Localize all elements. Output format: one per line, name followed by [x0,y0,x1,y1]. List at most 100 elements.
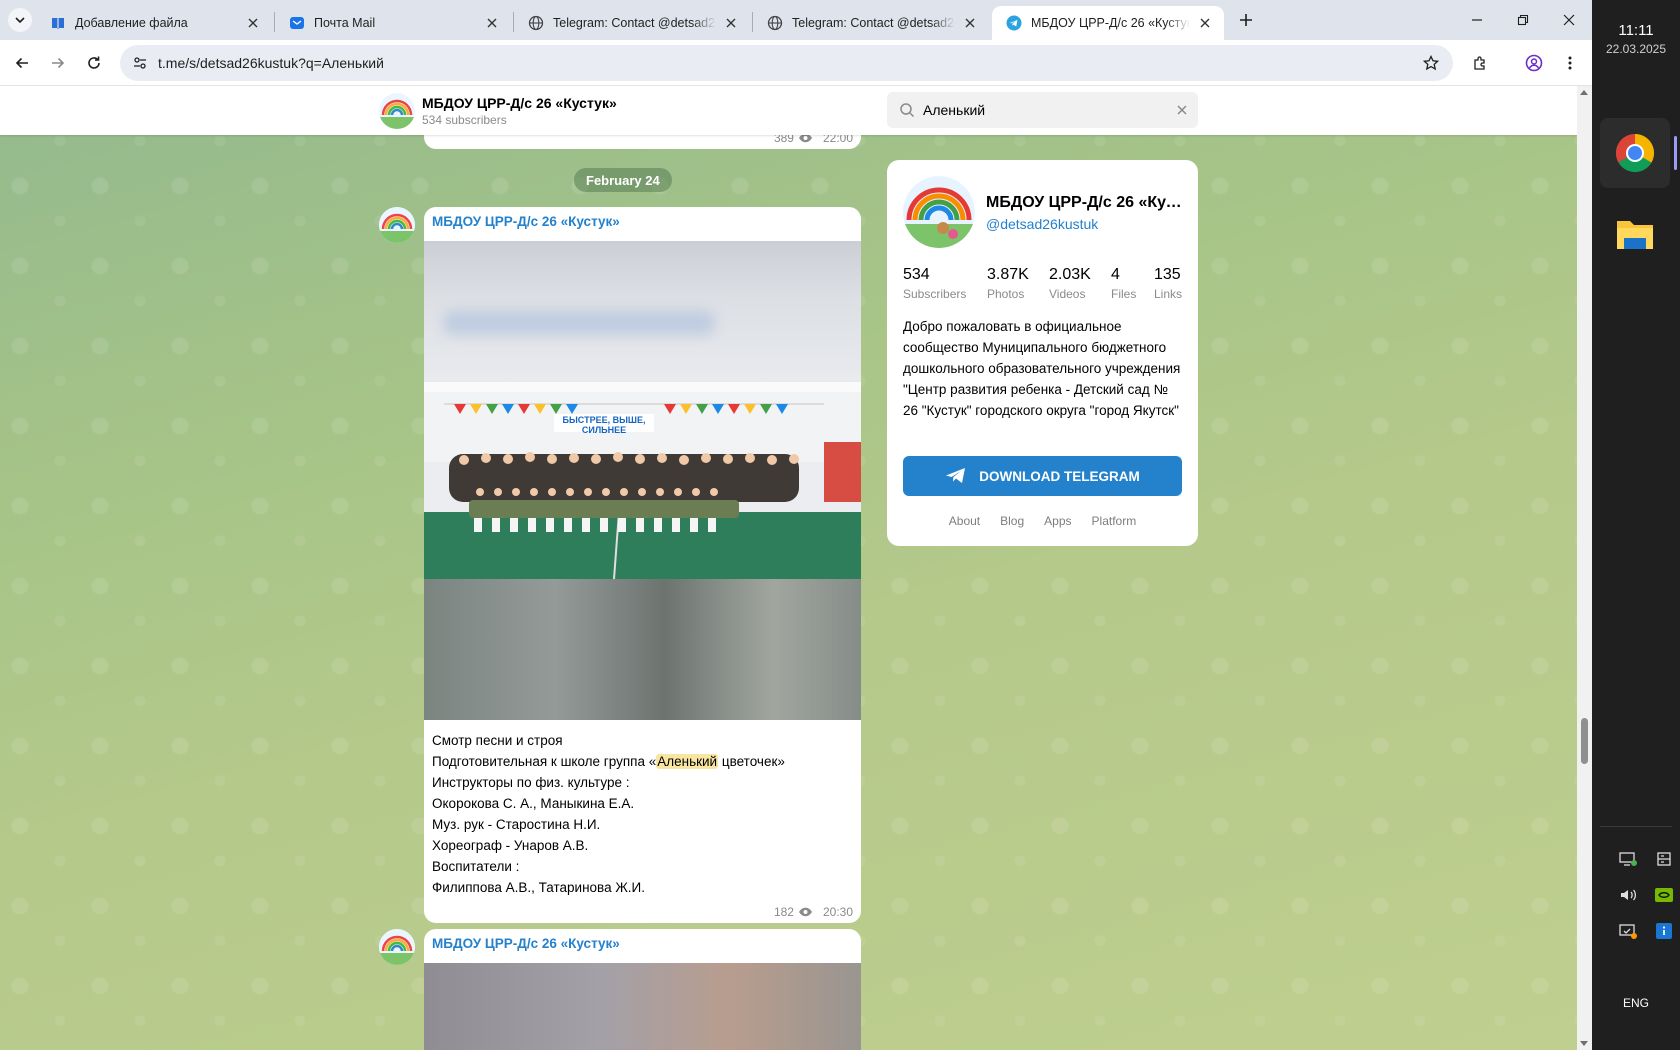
stat-links[interactable]: 135 Links [1154,266,1182,301]
forward-button[interactable] [42,47,74,79]
close-window-button[interactable] [1546,0,1592,40]
tab-5-active[interactable]: МБДОУ ЦРР-Д/с 26 «Кустук» – Telegram [992,6,1224,40]
close-icon[interactable] [1196,14,1214,32]
volume-icon[interactable] [1617,884,1639,906]
minimize-button[interactable] [1454,0,1500,40]
extensions-button[interactable] [1464,47,1496,79]
link-about[interactable]: About [949,514,980,528]
clock-date[interactable]: 22.03.2025 [1592,42,1680,56]
text-fragment: Подготовительная к школе группа « [432,754,657,769]
restore-button[interactable] [1500,0,1546,40]
info-icon[interactable] [1653,920,1675,942]
language-indicator[interactable]: ENG [1592,996,1680,1010]
page-scrollbar[interactable] [1577,86,1592,1050]
channel-description: Добро пожаловать в официальное сообществ… [903,319,1181,418]
back-button[interactable] [6,47,38,79]
search-input[interactable] [923,102,1163,118]
tab-4[interactable]: Telegram: Contact @detsad26kustuk [753,6,989,40]
stat-videos[interactable]: 2.03K Videos [1049,266,1091,301]
message-bubble-next: МБДОУ ЦРР-Д/с 26 «Кустук» [424,929,861,1050]
puzzle-icon [1474,56,1485,70]
photo-thumbnail[interactable] [424,963,861,1050]
security-icon[interactable] [1617,920,1639,942]
photo-group-event[interactable]: БЫСТРЕЕ, ВЫШЕ, СИЛЬНЕЕ [424,382,861,579]
stat-value: 135 [1154,266,1181,283]
close-icon[interactable] [483,14,501,32]
profile-icon [1525,54,1543,72]
channel-avatar-large [903,176,975,248]
channel-name: МБДОУ ЦРР-Д/с 26 «Кустук» [986,194,1186,211]
arrow-right-icon [52,57,65,69]
clock-time[interactable]: 11:11 [1592,22,1680,39]
photo-thumbnail-3[interactable] [424,579,861,720]
search-box[interactable] [887,92,1198,128]
message-author[interactable]: МБДОУ ЦРР-Д/с 26 «Кустук» [432,214,620,229]
message-avatar[interactable] [379,929,415,965]
network-display-icon[interactable] [1617,848,1639,870]
active-app-indicator [1674,136,1677,170]
scroll-down-arrow[interactable] [1580,1041,1588,1046]
reload-button[interactable] [78,47,110,79]
text-fragment: цветочек» [718,754,785,769]
browser-window: Добавление файла Почта Mail Telegram: Co… [0,0,1592,1050]
stat-photos[interactable]: 3.87K Photos [987,266,1029,301]
telegram-web-page: МБДОУ ЦРР-Д/с 26 «Кустук» 534 subscriber… [0,86,1577,1050]
stat-value: 4 [1111,266,1120,283]
channel-handle[interactable]: @detsad26kustuk [986,216,1098,232]
profile-button[interactable] [1518,47,1550,79]
download-telegram-button[interactable]: DOWNLOAD TELEGRAM [903,456,1182,496]
stat-subscribers[interactable]: 534 Subscribers [903,266,966,301]
mail-icon [289,15,305,31]
telegram-icon [1006,15,1022,31]
footer-links: About Blog Apps Platform [887,514,1198,528]
tray-divider [1600,826,1672,827]
bookmark-star-icon[interactable] [1419,51,1443,75]
storage-icon[interactable] [1653,848,1675,870]
link-blog[interactable]: Blog [1000,514,1024,528]
stat-files[interactable]: 4 Files [1111,266,1136,301]
link-platform[interactable]: Platform [1092,514,1137,528]
channel-title[interactable]: МБДОУ ЦРР-Д/с 26 «Кустук» [422,95,617,111]
stat-label: Videos [1049,287,1086,301]
url-text[interactable]: t.me/s/detsad26kustuk?q=Аленький [158,55,384,71]
site-info-icon[interactable] [128,51,152,75]
tab-1[interactable]: Добавление файла [36,6,272,40]
os-taskbar: 11:11 22.03.2025 ENG [1592,0,1680,1050]
close-icon[interactable] [244,14,262,32]
clear-search-icon[interactable] [1174,102,1190,118]
close-icon[interactable] [722,14,740,32]
tab-2[interactable]: Почта Mail [275,6,511,40]
menu-button[interactable] [1554,47,1586,79]
reload-icon [88,56,100,69]
tab-title: Telegram: Contact @detsad26kustuk [792,16,955,30]
chevron-down-icon [15,17,25,24]
paper-plane-icon [945,466,967,486]
nvidia-icon[interactable] [1653,884,1675,906]
tab-3[interactable]: Telegram: Contact @detsad26kustuk [514,6,750,40]
new-tab-button[interactable] [1234,8,1258,32]
message-author[interactable]: МБДОУ ЦРР-Д/с 26 «Кустук» [432,936,620,951]
view-count: 182 [773,905,794,919]
close-icon [1563,14,1575,26]
chrome-taskbar-button[interactable] [1600,118,1670,188]
message-time[interactable]: 20:30 [823,905,853,919]
tab-title: МБДОУ ЦРР-Д/с 26 «Кустук» – Telegram [1031,16,1190,30]
plus-icon [1240,14,1252,26]
link-apps[interactable]: Apps [1044,514,1071,528]
address-bar[interactable]: t.me/s/detsad26kustuk?q=Аленький [120,45,1453,81]
stat-value: 2.03K [1049,266,1091,283]
photo-thumbnail-1[interactable] [424,241,861,382]
banner-text: БЫСТРЕЕ, ВЫШЕ, СИЛЬНЕЕ [562,415,646,435]
text-line: Инструкторы по физ. культуре : [432,775,630,790]
close-icon[interactable] [961,14,979,32]
text-line: Окорокова С. А., Маныкина Е.А. [432,796,635,811]
message-avatar[interactable] [379,207,415,243]
restore-icon [1517,14,1529,26]
file-explorer-icon [1617,221,1653,249]
scrollbar-thumb[interactable] [1581,718,1588,764]
tab-search-button[interactable] [8,8,32,32]
file-explorer-taskbar-button[interactable] [1600,198,1670,268]
channel-avatar[interactable] [379,93,415,129]
scroll-up-arrow[interactable] [1580,90,1588,95]
date-separator: February 24 [574,168,672,192]
